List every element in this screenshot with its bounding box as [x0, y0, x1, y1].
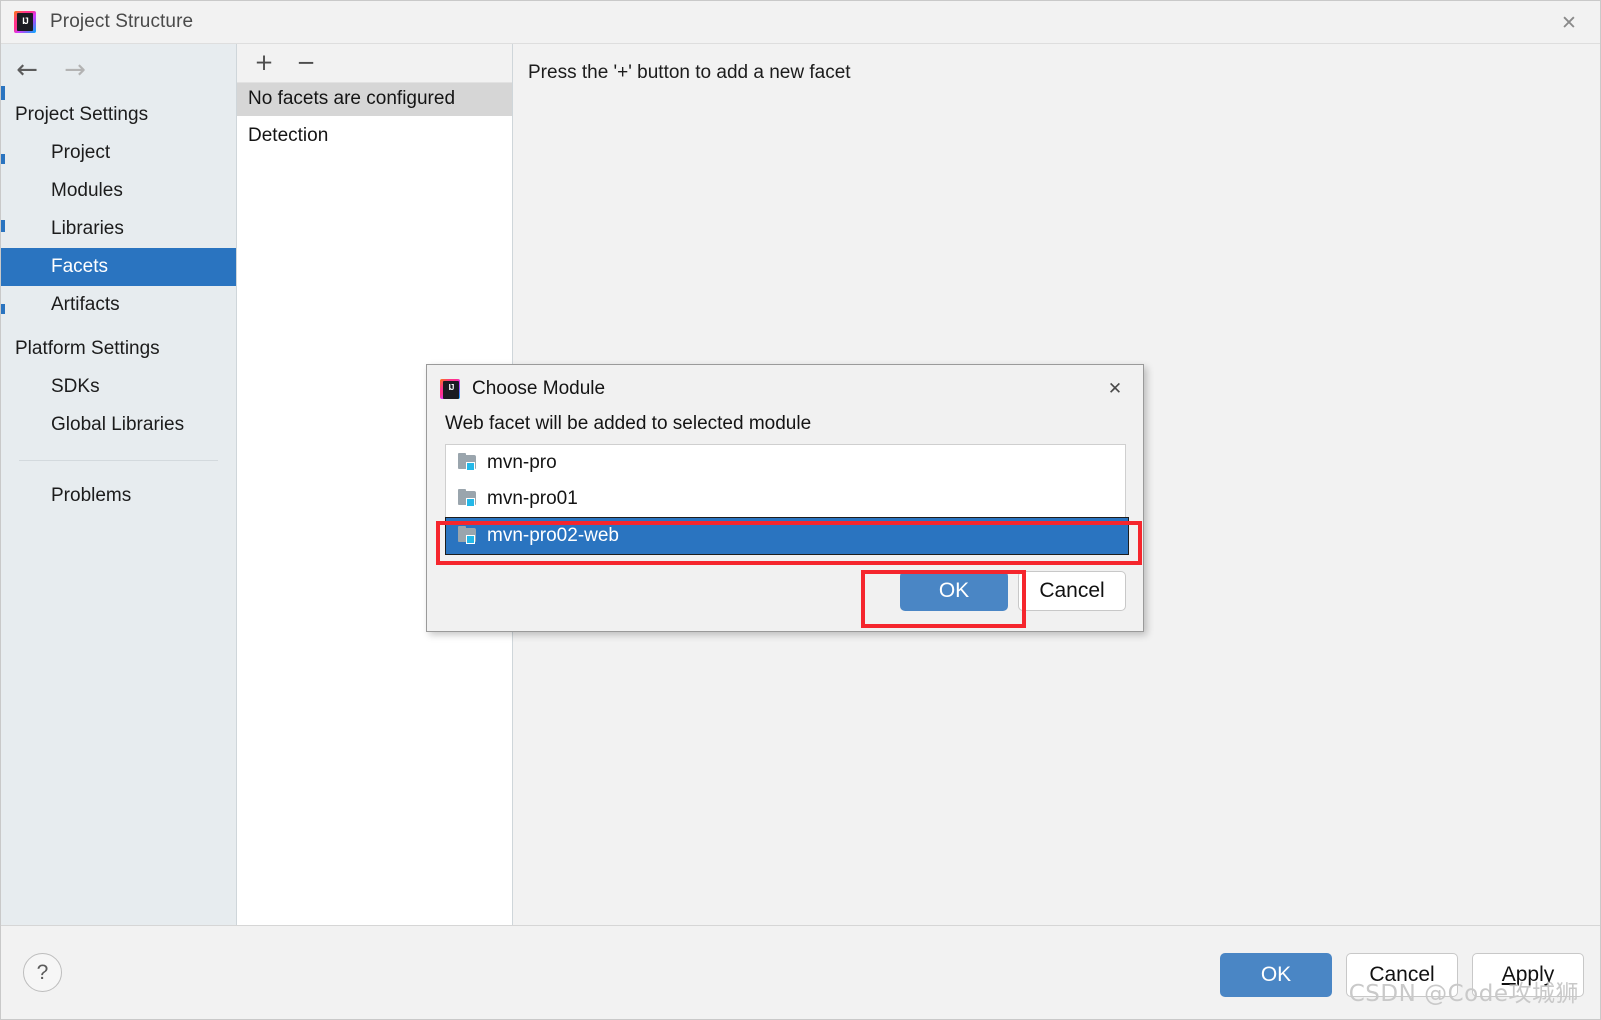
facets-empty-header: No facets are configured [237, 83, 512, 117]
sidebar-group-project-settings: Project Settings [15, 104, 149, 125]
cancel-button[interactable]: Cancel [1346, 953, 1458, 997]
footer-actions: OK Cancel Apply [1220, 953, 1584, 997]
sidebar-item-facets[interactable]: Facets [1, 248, 236, 286]
apply-rest: pply [1515, 963, 1555, 986]
list-item[interactable]: mvn-pro [446, 445, 1125, 481]
sidebar-item-problems[interactable]: Problems [1, 477, 236, 515]
window-title: Project Structure [50, 11, 194, 32]
sidebar-item-sdks[interactable]: SDKs [1, 368, 236, 406]
choose-module-title: Choose Module [472, 378, 606, 399]
add-facet-icon[interactable]: + [253, 51, 275, 75]
list-item-label: mvn-pro02-web [487, 525, 619, 546]
list-item-label: mvn-pro [487, 452, 557, 473]
module-folder-icon [458, 489, 477, 507]
list-item[interactable]: mvn-pro01 [446, 481, 1125, 517]
window-titlebar: IJ Project Structure ✕ [1, 1, 1600, 44]
intellij-idea-icon: IJ [14, 11, 36, 33]
apply-button[interactable]: Apply [1472, 953, 1584, 997]
close-icon[interactable]: ✕ [1556, 10, 1582, 36]
facets-toolbar: + − [237, 44, 512, 83]
module-folder-icon [458, 453, 477, 471]
help-button[interactable]: ? [23, 953, 62, 992]
navigation-arrows: ← → [1, 44, 236, 96]
dialog-footer: ? OK Cancel Apply [1, 925, 1600, 1019]
list-item-selected[interactable]: mvn-pro02-web [445, 517, 1129, 555]
back-arrow-icon[interactable]: ← [13, 57, 41, 83]
dialog-ok-button[interactable]: OK [900, 571, 1008, 611]
sidebar-item-libraries[interactable]: Libraries [1, 210, 236, 248]
sidebar-divider [19, 460, 218, 461]
sidebar-item-modules[interactable]: Modules [1, 172, 236, 210]
sidebar-item-project[interactable]: Project [1, 134, 236, 172]
sidebar-item-global-libraries[interactable]: Global Libraries [1, 406, 236, 444]
list-item-label: mvn-pro01 [487, 488, 578, 509]
edge-strip-top [1, 86, 5, 100]
choose-module-actions: OK Cancel [900, 571, 1126, 611]
choose-module-titlebar: IJ Choose Module ✕ [427, 365, 1143, 413]
remove-facet-icon[interactable]: − [295, 51, 317, 75]
detail-hint-text: Press the '+' button to add a new facet [528, 62, 851, 83]
edge-strip-low [1, 220, 5, 232]
choose-module-dialog: IJ Choose Module ✕ Web facet will be add… [426, 364, 1144, 632]
ok-button[interactable]: OK [1220, 953, 1332, 997]
module-list: mvn-pro mvn-pro01 mvn-pro02-web [445, 444, 1129, 555]
list-item[interactable]: Detection [237, 120, 512, 152]
settings-sidebar: ← → Project Settings Project Modules Lib… [1, 44, 237, 925]
apply-mnemonic: A [1501, 963, 1516, 986]
intellij-idea-icon: IJ [440, 379, 460, 399]
dialog-cancel-button[interactable]: Cancel [1018, 571, 1126, 611]
forward-arrow-icon[interactable]: → [61, 57, 89, 83]
module-folder-icon [458, 526, 477, 544]
close-icon[interactable]: ✕ [1103, 377, 1127, 401]
choose-module-prompt: Web facet will be added to selected modu… [445, 413, 812, 434]
edge-strip-bottom [1, 304, 5, 314]
sidebar-group-platform-settings: Platform Settings [15, 338, 160, 359]
edge-strip-mid [1, 154, 5, 164]
sidebar-item-artifacts[interactable]: Artifacts [1, 286, 236, 324]
